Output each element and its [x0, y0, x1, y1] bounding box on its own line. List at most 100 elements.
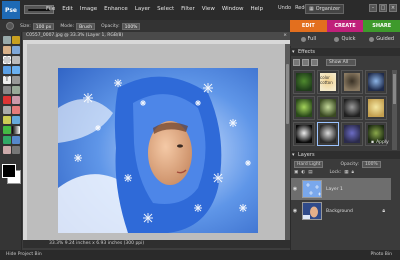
status-text: 33.3% 9.24 inches x 6.93 inches (300 ppi… [49, 241, 145, 246]
straighten-tool-icon[interactable] [12, 86, 20, 94]
effect-tile[interactable] [293, 96, 315, 120]
tab-share[interactable]: SHARE [363, 20, 400, 32]
effects-panel-header[interactable]: Effects [290, 48, 400, 56]
paint-bucket-tool-icon[interactable] [3, 126, 11, 134]
mode-select[interactable]: Brush [76, 22, 96, 30]
effect-thumbnail [296, 125, 312, 143]
eyedropper-tool-icon[interactable] [12, 46, 20, 54]
filters-category-icon[interactable] [293, 58, 300, 66]
menu-select[interactable]: Select [157, 6, 174, 12]
red-eye-tool-icon[interactable] [3, 96, 11, 104]
size-field[interactable]: 100 px [32, 22, 55, 30]
effect-tile[interactable] [317, 122, 339, 146]
opacity-label: Opacity: [101, 23, 120, 29]
menu-layer[interactable]: Layer [135, 6, 150, 12]
new-layer-icon[interactable]: ▣ [294, 170, 298, 175]
effect-tile[interactable] [365, 70, 387, 94]
snowflake-texture-thumbnail [303, 181, 321, 197]
crop-tool-icon[interactable] [12, 76, 20, 84]
pencil-tool-icon[interactable] [12, 146, 20, 154]
layer-row-background[interactable]: ◉ Background 🔒︎ [291, 200, 391, 222]
effects-scrollbar[interactable] [392, 70, 397, 150]
type-tool-icon[interactable]: T [3, 76, 11, 84]
menu-image[interactable]: Image [80, 6, 97, 12]
opacity-field[interactable]: 100% [121, 22, 141, 30]
menu-window[interactable]: Window [222, 6, 244, 12]
effect-tile[interactable]: color cotton [317, 70, 339, 94]
quick-selection-tool-icon[interactable] [12, 66, 20, 74]
gradient-tool-icon[interactable] [12, 126, 20, 134]
lock-label: Lock: [329, 169, 342, 175]
effect-tile[interactable] [341, 96, 363, 120]
tab-full-edit[interactable]: Full [290, 36, 327, 42]
menu-help[interactable]: Help [251, 6, 264, 12]
delete-layer-icon[interactable]: ▤ [308, 170, 312, 175]
effect-tile[interactable] [293, 122, 315, 146]
apply-effect-button[interactable]: ▪ Apply [371, 140, 389, 145]
ruler-horizontal [23, 40, 290, 44]
organizer-button[interactable]: ▦ Organizer [305, 4, 345, 14]
winter-child-photo [58, 68, 258, 233]
layer-visibility-eye-icon[interactable]: ◉ [291, 186, 299, 192]
photo-bin-label[interactable]: Photo Bin [371, 250, 392, 260]
magic-wand-tool-icon[interactable] [3, 66, 11, 74]
smart-brush-tool-icon[interactable] [12, 116, 20, 124]
eraser-tool-icon[interactable] [12, 106, 20, 114]
layer-styles-category-icon[interactable] [302, 58, 309, 66]
lock-all-icon[interactable]: 🔒︎ [352, 169, 354, 175]
layer-row-layer-1[interactable]: ◉ Layer 1 [291, 178, 391, 200]
tab-edit[interactable]: EDIT [290, 20, 327, 32]
minimize-button[interactable]: – [369, 4, 377, 12]
lock-transparency-icon[interactable]: ▦ [344, 170, 348, 175]
tab-quick-fix[interactable]: Quick [327, 36, 364, 42]
canvas-image[interactable] [58, 68, 258, 233]
photo-effects-category-icon[interactable] [311, 58, 318, 66]
undo-button[interactable]: Undo [278, 5, 291, 11]
layer-1-thumbnail [302, 180, 322, 198]
zoom-tool-icon[interactable] [12, 36, 20, 44]
menu-file[interactable]: File [46, 6, 55, 12]
menu-filter[interactable]: Filter [181, 6, 195, 12]
effect-tile[interactable] [317, 96, 339, 120]
effect-tile[interactable] [293, 70, 315, 94]
lasso-tool-icon[interactable] [12, 56, 20, 64]
cookie-cutter-tool-icon[interactable] [3, 86, 11, 94]
maximize-button[interactable]: □ [379, 4, 387, 12]
hand-tool-icon[interactable] [3, 46, 11, 54]
clone-stamp-tool-icon[interactable] [3, 106, 11, 114]
close-button[interactable]: × [389, 4, 397, 12]
size-label: Size: [20, 23, 31, 29]
undo-redo-group: Undo Redo [278, 5, 308, 11]
marquee-tool-icon[interactable] [3, 56, 11, 64]
adjustment-layer-icon[interactable]: ◐ [301, 170, 305, 175]
hide-project-bin-button[interactable]: Hide Project Bin [6, 250, 42, 260]
menu-bar: Pse File Edit Image Enhance Layer Select… [0, 0, 400, 20]
blend-mode-select[interactable]: Hard Light [294, 160, 324, 168]
layer-opacity-field[interactable]: 100% [361, 160, 381, 168]
app-logo: Pse [2, 1, 20, 19]
ruler-vertical [23, 40, 27, 240]
effect-thumbnail [296, 99, 312, 117]
foreground-color-swatch[interactable] [2, 164, 16, 178]
healing-brush-tool-icon[interactable] [12, 96, 20, 104]
mode-tabs: EDIT CREATE SHARE [290, 20, 400, 32]
layers-panel-header[interactable]: Layers [290, 151, 400, 159]
sponge-tool-icon[interactable] [3, 146, 11, 154]
brush-tool-icon-toolbox[interactable] [3, 116, 11, 124]
effect-tile[interactable] [365, 96, 387, 120]
blur-tool-icon[interactable] [12, 136, 20, 144]
menu-edit[interactable]: Edit [62, 6, 73, 12]
document-close-icon[interactable]: × [283, 32, 287, 40]
effects-filter-select[interactable]: Show All [326, 58, 356, 66]
effect-tile[interactable] [341, 70, 363, 94]
tab-guided-edit[interactable]: Guided [363, 36, 400, 42]
menu-enhance[interactable]: Enhance [104, 6, 128, 12]
brush-tool-icon[interactable] [6, 22, 14, 30]
shape-tool-icon[interactable] [3, 136, 11, 144]
effect-tile[interactable] [341, 122, 363, 146]
menu-view[interactable]: View [202, 6, 215, 12]
tab-create[interactable]: CREATE [326, 20, 364, 32]
document-tab[interactable]: C0557_0007.jpg @ 33.3% (Layer 1, RGB/8) … [23, 32, 290, 40]
move-tool-icon[interactable] [3, 36, 11, 44]
background-visibility-eye-icon[interactable]: ◉ [291, 208, 299, 214]
